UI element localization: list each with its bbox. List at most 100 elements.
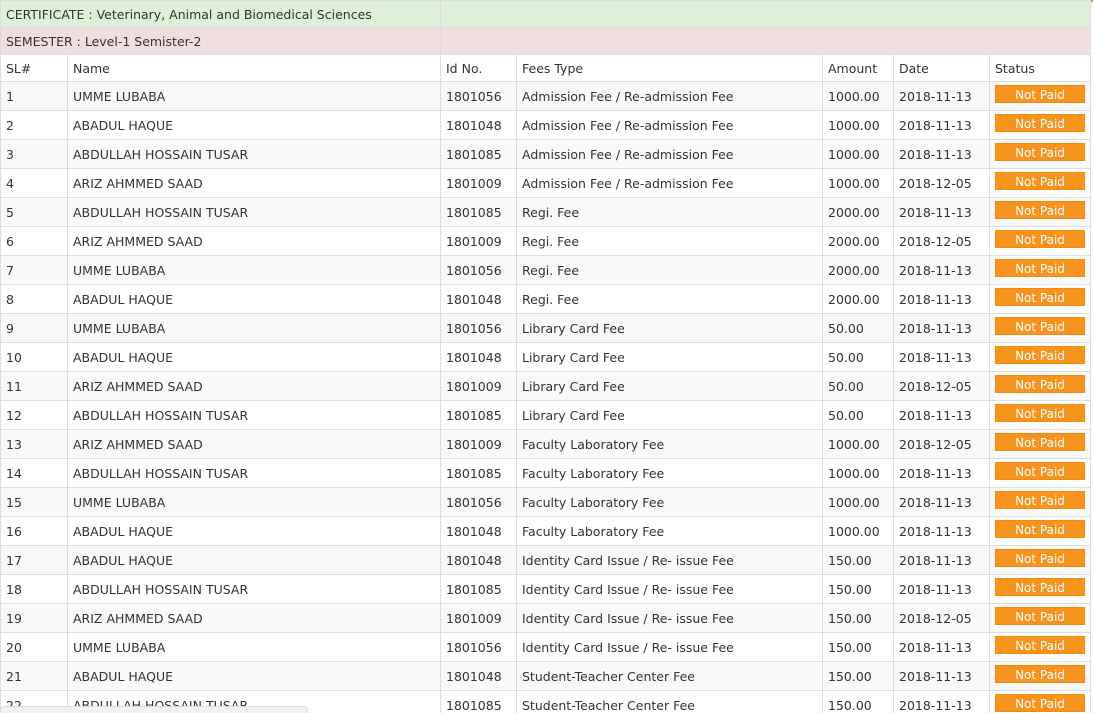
cell-id-no: 1801056 xyxy=(440,81,517,111)
column-header-fees-type: Fees Type xyxy=(516,54,823,82)
cell-amount: 2000.00 xyxy=(822,197,894,227)
cell-sl: 1 xyxy=(0,81,68,111)
cell-date: 2018-12-05 xyxy=(893,168,990,198)
status-badge: Not Paid xyxy=(995,548,1085,567)
status-badge: Not Paid xyxy=(995,577,1085,596)
table-row: 11 ARIZ AHMMED SAAD 1801009 Library Card Fe… xyxy=(0,371,1092,401)
cell-id-no: 1801048 xyxy=(440,661,517,691)
cell-name: UMME LUBABA xyxy=(67,313,441,343)
cell-name: UMME LUBABA xyxy=(67,487,441,517)
status-badge: Not Paid xyxy=(995,316,1085,335)
cell-name: ABDULLAH HOSSAIN TUSAR xyxy=(67,139,441,169)
table-row: 6 ARIZ AHMMED SAAD 1801009 Regi. Fee 2000.00… xyxy=(0,226,1092,256)
cell-amount: 50.00 xyxy=(822,313,894,343)
cell-amount: 150.00 xyxy=(822,574,894,604)
table-row: 18 ABDULLAH HOSSAIN TUSAR 1801085 Identity … xyxy=(0,574,1092,604)
certificate-filler xyxy=(439,0,1092,28)
cell-status: Not Paid xyxy=(988,516,1092,546)
cell-date: 2018-11-13 xyxy=(893,313,990,343)
cell-name: ARIZ AHMMED SAAD xyxy=(67,429,441,459)
cell-status: Not Paid xyxy=(988,197,1092,227)
cell-amount: 50.00 xyxy=(822,342,894,372)
cell-id-no: 1801056 xyxy=(440,313,517,343)
cell-fees-type: Identity Card Issue / Re- issue Fee xyxy=(516,545,823,575)
cell-status: Not Paid xyxy=(988,429,1092,459)
cell-date: 2018-11-13 xyxy=(893,342,990,372)
cell-fees-type: Admission Fee / Re-admission Fee xyxy=(516,168,823,198)
cell-id-no: 1801048 xyxy=(440,110,517,140)
cell-status: Not Paid xyxy=(988,168,1092,198)
cell-amount: 1000.00 xyxy=(822,110,894,140)
cell-sl: 11 xyxy=(0,371,68,401)
table-header-row: SL# Name Id No. Fees Type Amount Date St… xyxy=(0,54,1092,82)
cell-fees-type: Admission Fee / Re-admission Fee xyxy=(516,139,823,169)
cell-id-no: 1801048 xyxy=(440,516,517,546)
cell-sl: 9 xyxy=(0,313,68,343)
cell-status: Not Paid xyxy=(988,139,1092,169)
cell-fees-type: Regi. Fee xyxy=(516,255,823,285)
cell-date: 2018-11-13 xyxy=(893,690,990,713)
cell-date: 2018-11-13 xyxy=(893,400,990,430)
cell-amount: 1000.00 xyxy=(822,458,894,488)
cell-status: Not Paid xyxy=(988,574,1092,604)
cell-status: Not Paid xyxy=(988,458,1092,488)
cell-date: 2018-12-05 xyxy=(893,603,990,633)
table-row: 20 UMME LUBABA 1801056 Identity Card Issue … xyxy=(0,632,1092,662)
cell-fees-type: Faculty Laboratory Fee xyxy=(516,458,823,488)
cell-amount: 150.00 xyxy=(822,545,894,575)
certificate-label: CERTIFICATE : Veterinary, Animal and Bio… xyxy=(0,0,441,28)
cell-id-no: 1801085 xyxy=(440,690,517,713)
cell-id-no: 1801056 xyxy=(440,487,517,517)
cell-id-no: 1801085 xyxy=(440,574,517,604)
cell-id-no: 1801009 xyxy=(440,429,517,459)
status-badge: Not Paid xyxy=(995,693,1085,712)
table-row: 10 ABADUL HAQUE 1801048 Library Card Fee 50.… xyxy=(0,342,1092,372)
cell-name: ABADUL HAQUE xyxy=(67,342,441,372)
column-header-name: Name xyxy=(67,54,441,82)
cell-status: Not Paid xyxy=(988,400,1092,430)
table-row: 14 ABDULLAH HOSSAIN TUSAR 1801085 Faculty L… xyxy=(0,458,1092,488)
table-row: 13 ARIZ AHMMED SAAD 1801009 Faculty Laborat… xyxy=(0,429,1092,459)
status-badge: Not Paid xyxy=(995,258,1085,277)
status-badge: Not Paid xyxy=(995,403,1085,422)
cell-sl: 10 xyxy=(0,342,68,372)
cell-name: UMME LUBABA xyxy=(67,632,441,662)
certificate-row: CERTIFICATE : Veterinary, Animal and Bio… xyxy=(0,0,1092,28)
status-badge: Not Paid xyxy=(995,345,1085,364)
cell-status: Not Paid xyxy=(988,226,1092,256)
cell-amount: 1000.00 xyxy=(822,81,894,111)
semester-label: SEMESTER : Level-1 Semister-2 xyxy=(0,27,441,55)
column-header-date: Date xyxy=(893,54,990,82)
cell-fees-type: Faculty Laboratory Fee xyxy=(516,429,823,459)
fees-table: CERTIFICATE : Veterinary, Animal and Bio… xyxy=(0,0,1092,713)
cell-status: Not Paid xyxy=(988,690,1092,713)
cell-date: 2018-11-13 xyxy=(893,197,990,227)
cell-id-no: 1801009 xyxy=(440,168,517,198)
status-badge: Not Paid xyxy=(995,171,1085,190)
cell-amount: 150.00 xyxy=(822,632,894,662)
cell-sl: 8 xyxy=(0,284,68,314)
table-row: 9 UMME LUBABA 1801056 Library Card Fee 50.00… xyxy=(0,313,1092,343)
cell-sl: 17 xyxy=(0,545,68,575)
table-row: 12 ABDULLAH HOSSAIN TUSAR 1801085 Library C… xyxy=(0,400,1092,430)
cell-date: 2018-11-13 xyxy=(893,545,990,575)
cell-date: 2018-11-13 xyxy=(893,139,990,169)
table-row: 2 ABADUL HAQUE 1801048 Admission Fee / Re-a… xyxy=(0,110,1092,140)
cell-sl: 20 xyxy=(0,632,68,662)
status-badge: Not Paid xyxy=(995,229,1085,248)
table-row: 4 ARIZ AHMMED SAAD 1801009 Admission Fee / … xyxy=(0,168,1092,198)
cell-status: Not Paid xyxy=(988,487,1092,517)
cell-fees-type: Regi. Fee xyxy=(516,284,823,314)
cell-date: 2018-11-13 xyxy=(893,81,990,111)
cell-date: 2018-11-13 xyxy=(893,255,990,285)
cell-amount: 1000.00 xyxy=(822,429,894,459)
cell-status: Not Paid xyxy=(988,545,1092,575)
fees-report-page: CERTIFICATE : Veterinary, Animal and Bio… xyxy=(0,0,1093,713)
horizontal-scrollbar[interactable] xyxy=(0,706,308,713)
cell-status: Not Paid xyxy=(988,255,1092,285)
cell-sl: 14 xyxy=(0,458,68,488)
cell-name: ABDULLAH HOSSAIN TUSAR xyxy=(67,400,441,430)
cell-sl: 13 xyxy=(0,429,68,459)
cell-id-no: 1801056 xyxy=(440,632,517,662)
cell-sl: 16 xyxy=(0,516,68,546)
